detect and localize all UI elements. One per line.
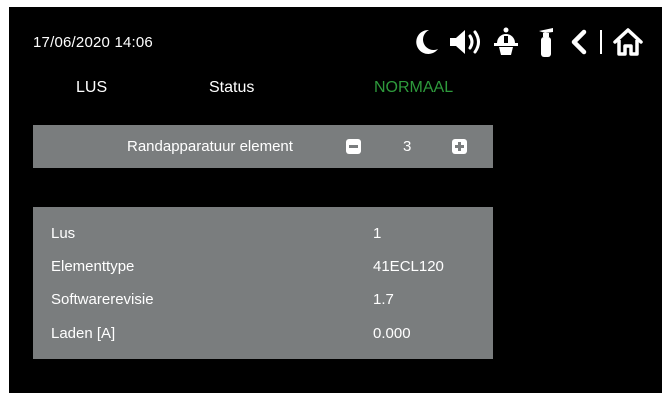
- minus-icon: [349, 145, 358, 148]
- element-details-panel: Lus 1 Elementtype 41ECL120 Softwarerevis…: [33, 207, 493, 359]
- detail-value: 41ECL120: [373, 258, 444, 275]
- header-toolbar: [401, 25, 651, 59]
- detail-value: 0.000: [373, 325, 411, 342]
- back-chevron-icon[interactable]: [567, 25, 591, 59]
- detail-key: Lus: [51, 225, 76, 242]
- fire-extinguisher-icon[interactable]: [533, 25, 559, 59]
- firefighter-helmet-icon[interactable]: [491, 25, 521, 59]
- speaker-icon[interactable]: [447, 25, 485, 59]
- plus-icon: [458, 142, 461, 151]
- detail-key: Softwarerevisie: [51, 291, 154, 308]
- detail-key: Elementtype: [51, 258, 135, 275]
- lus-label: LUS: [76, 79, 108, 96]
- detail-value: 1: [373, 225, 382, 242]
- detail-row: Laden [A] 0.000: [33, 325, 493, 349]
- element-selector-label: Randapparatuur element: [127, 138, 293, 155]
- element-selector-panel: Randapparatuur element 3: [33, 125, 493, 168]
- status-value: NORMAAL: [374, 79, 454, 96]
- increment-button[interactable]: [452, 139, 467, 154]
- decrement-button[interactable]: [346, 139, 361, 154]
- detail-row: Lus 1: [33, 225, 493, 249]
- detail-value: 1.7: [373, 291, 394, 308]
- detail-row: Elementtype 41ECL120: [33, 258, 493, 282]
- detail-row: Softwarerevisie 1.7: [33, 291, 493, 315]
- home-icon[interactable]: [611, 25, 645, 59]
- moon-icon[interactable]: [411, 25, 441, 59]
- toolbar-separator: [600, 30, 602, 54]
- detail-key: Laden [A]: [51, 325, 116, 342]
- status-label: Status: [209, 79, 255, 96]
- element-number: 3: [403, 138, 412, 155]
- panel-screen: 17/06/2020 14:06 LUS Status NORMAAL Rand…: [9, 7, 662, 393]
- date-time: 17/06/2020 14:06: [33, 34, 153, 51]
